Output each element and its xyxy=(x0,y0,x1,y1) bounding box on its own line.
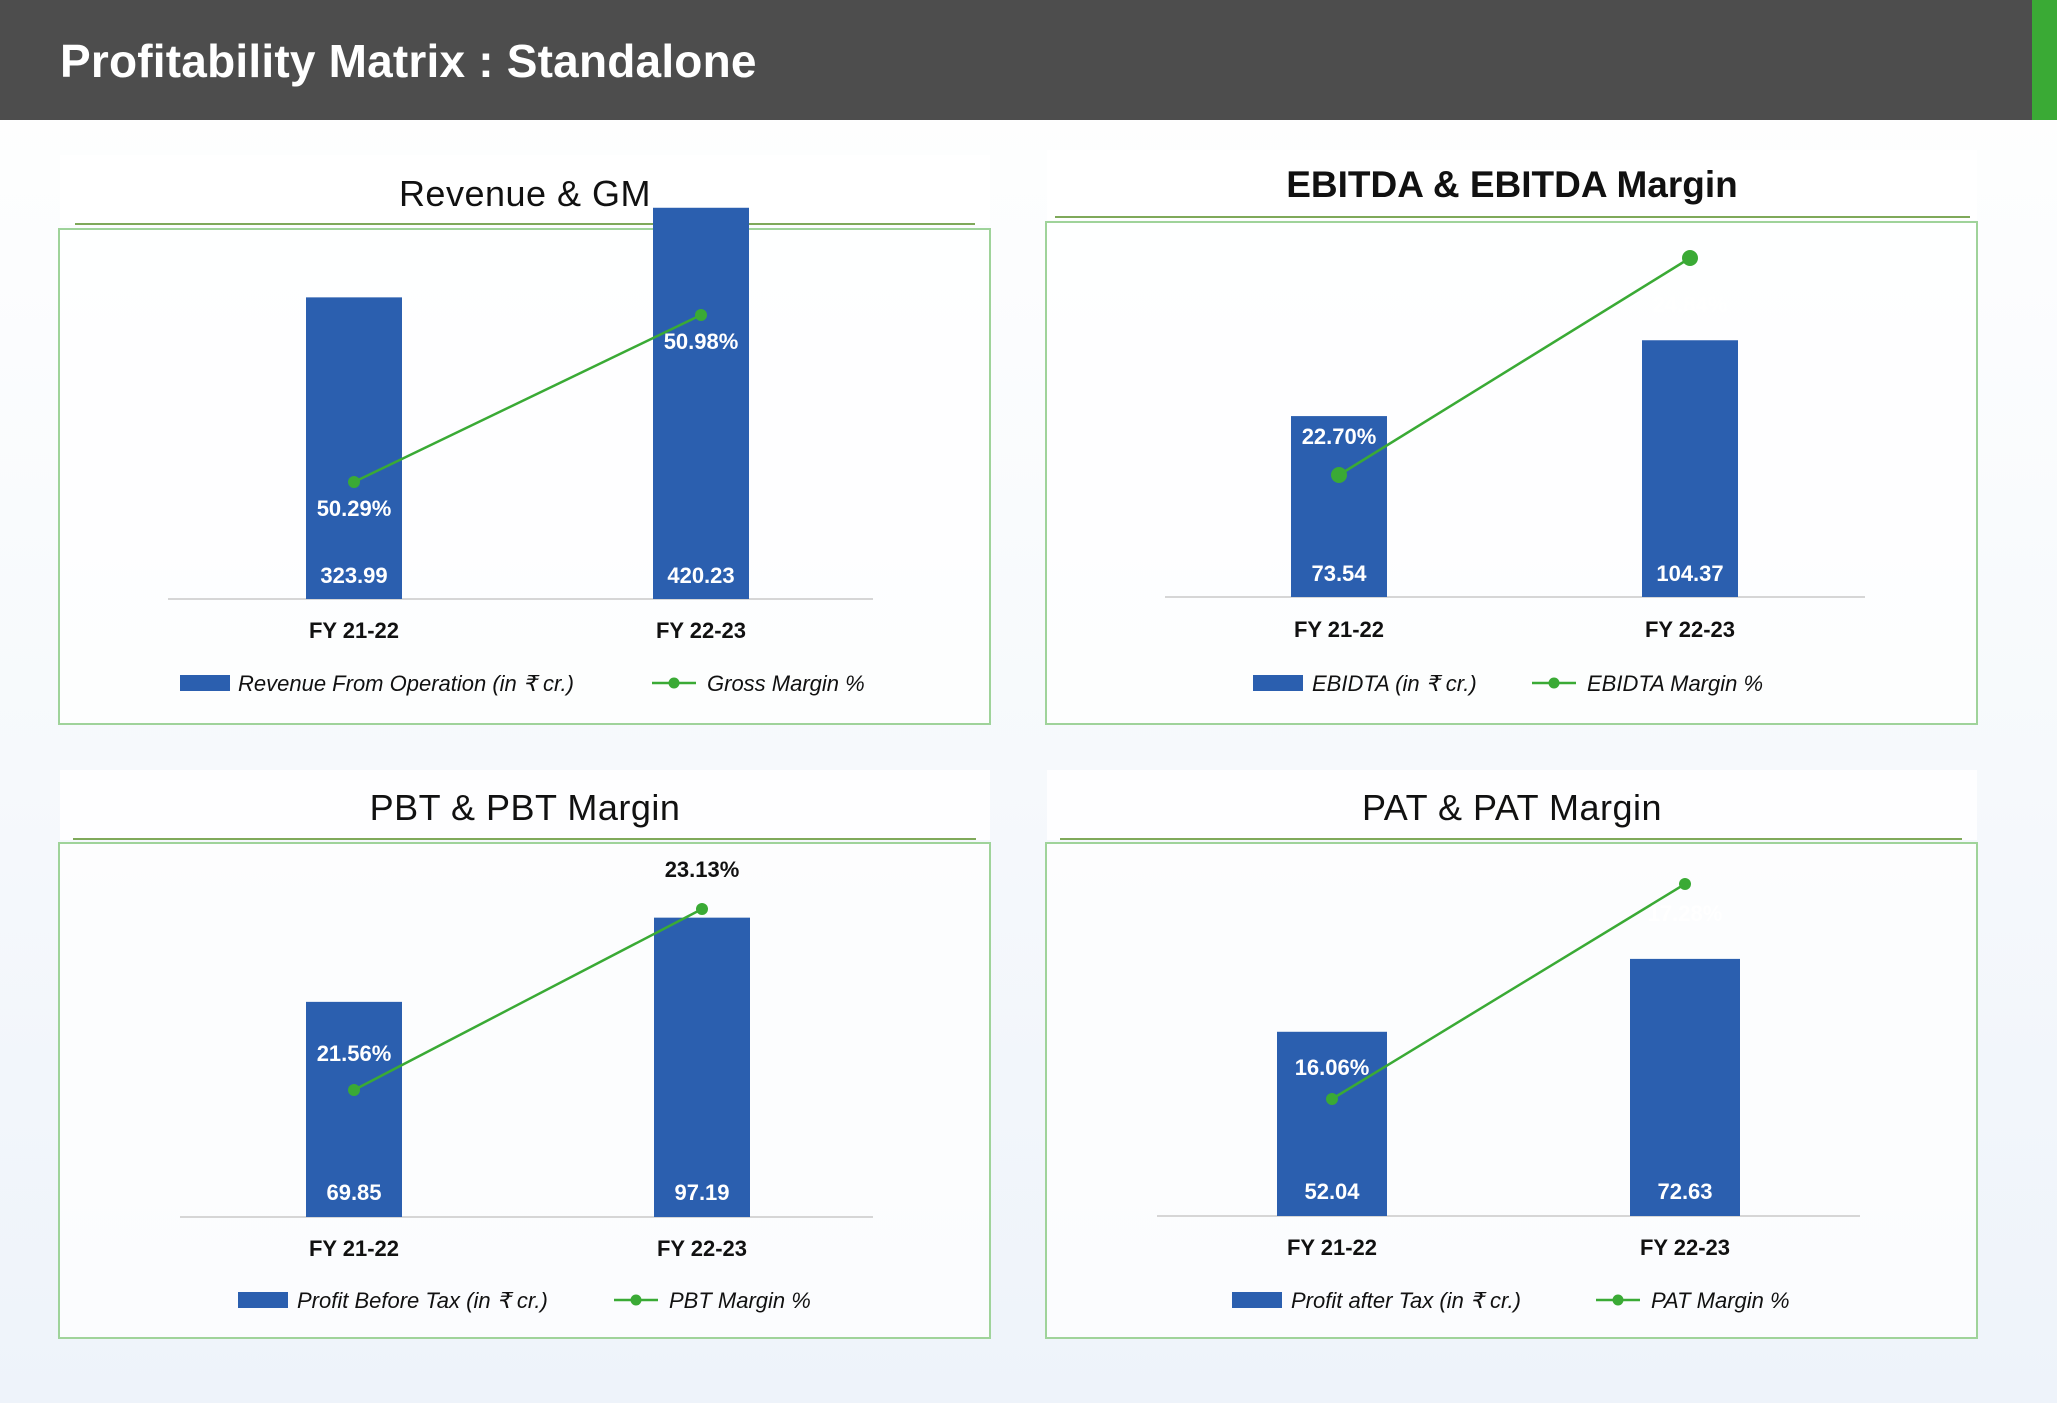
bar xyxy=(654,917,750,1217)
legend-swatch-point xyxy=(1548,677,1560,689)
data-label: 104.37 xyxy=(1656,561,1723,586)
legend-swatch-bar xyxy=(1253,675,1303,691)
legend-label: PAT Margin % xyxy=(1651,1288,1790,1313)
line-point xyxy=(348,1084,360,1096)
x-tick-label: FY 21-22 xyxy=(1294,617,1384,642)
x-tick-label: FY 21-22 xyxy=(309,618,399,643)
x-tick-label: FY 22-23 xyxy=(1645,617,1735,642)
series-line xyxy=(1338,256,1691,477)
bar xyxy=(1630,958,1740,1216)
legend-label: Profit after Tax (in ₹ cr.) xyxy=(1291,1288,1521,1313)
line-point xyxy=(696,903,708,915)
legend-label: Profit Before Tax (in ₹ cr.) xyxy=(297,1288,548,1313)
legend-swatch-bar xyxy=(180,675,230,691)
line-data-label: 22.70% xyxy=(1302,424,1377,449)
line-point xyxy=(1682,250,1698,266)
line-point xyxy=(695,309,707,321)
x-tick-label: FY 22-23 xyxy=(656,618,746,643)
line-point xyxy=(1326,1093,1338,1105)
legend-swatch-bar xyxy=(238,1292,288,1308)
line-data-label: 50.29% xyxy=(317,496,392,521)
legend-label: EBIDTA Margin % xyxy=(1587,671,1763,696)
line-point xyxy=(1331,467,1347,483)
line-data-label: 23.13% xyxy=(665,857,740,882)
legend-label: EBIDTA (in ₹ cr.) xyxy=(1312,671,1477,696)
x-tick-label: FY 22-23 xyxy=(1640,1235,1730,1260)
data-label: 52.04 xyxy=(1304,1179,1360,1204)
data-label: 323.99 xyxy=(320,563,387,588)
charts-canvas: 323.99 FY 21-22 420.23 FY 22-23 50.29% 50.98%… xyxy=(168,207,1865,1313)
line-point xyxy=(1679,878,1691,890)
legend-label: Revenue From Operation (in ₹ cr.) xyxy=(238,671,574,696)
series-line xyxy=(353,907,703,1092)
line-point xyxy=(348,476,360,488)
line-data-label: 50.98% xyxy=(664,329,739,354)
data-label: 69.85 xyxy=(326,1180,381,1205)
data-label: 72.63 xyxy=(1657,1179,1712,1204)
data-label: 73.54 xyxy=(1311,561,1367,586)
line-data-label: 17.28% xyxy=(1648,901,1723,926)
series-line xyxy=(353,313,702,484)
bar xyxy=(653,207,749,599)
line-data-label: 21.56% xyxy=(317,1041,392,1066)
legend-swatch-point xyxy=(630,1294,642,1306)
legend-label: Gross Margin % xyxy=(707,671,865,696)
line-data-label: 16.06% xyxy=(1295,1055,1370,1080)
legend-swatch-point xyxy=(1612,1294,1624,1306)
data-label: 420.23 xyxy=(667,563,734,588)
x-tick-label: FY 21-22 xyxy=(1287,1235,1377,1260)
legend-swatch-bar xyxy=(1232,1292,1282,1308)
bar xyxy=(1642,340,1738,597)
x-tick-label: FY 22-23 xyxy=(657,1236,747,1261)
legend-label: PBT Margin % xyxy=(669,1288,811,1313)
x-tick-label: FY 21-22 xyxy=(309,1236,399,1261)
line-data-label: 24.84% xyxy=(1653,292,1728,317)
bar xyxy=(306,297,402,599)
legend-swatch-point xyxy=(668,677,680,689)
data-label: 97.19 xyxy=(674,1180,729,1205)
